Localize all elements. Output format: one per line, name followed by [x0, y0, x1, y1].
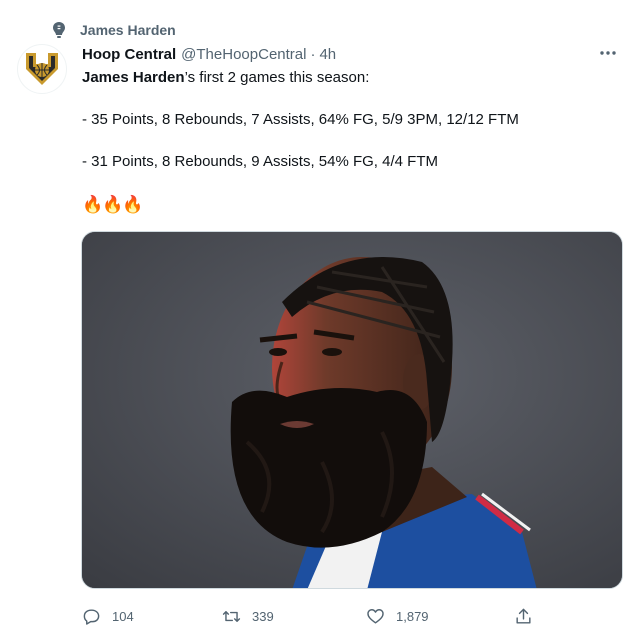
- tweet-header: Hoop Central @TheHoopCentral · 4h: [82, 44, 621, 64]
- tweet-line-2: - 35 Points, 8 Rebounds, 7 Assists, 64% …: [82, 111, 519, 128]
- topic-icon: [53, 22, 65, 38]
- tweet-actions: 104 339 1,879: [82, 603, 542, 629]
- like-button[interactable]: 1,879: [366, 603, 429, 629]
- topic-label: James Harden: [80, 22, 176, 38]
- fire-emojis: 🔥🔥🔥: [82, 195, 144, 214]
- avatar[interactable]: [17, 44, 67, 94]
- reply-count: 104: [112, 608, 134, 624]
- share-icon: [516, 608, 531, 624]
- topic-row[interactable]: James Harden: [52, 20, 176, 40]
- reply-button[interactable]: 104: [82, 603, 134, 629]
- tweet-line-3: - 31 Points, 8 Rebounds, 9 Assists, 54% …: [82, 153, 438, 170]
- share-button[interactable]: [514, 603, 533, 629]
- retweet-count: 339: [252, 608, 274, 624]
- reply-icon: [83, 608, 100, 625]
- mention-link[interactable]: James Harden: [82, 69, 185, 86]
- hoop-central-logo-icon: [26, 53, 58, 85]
- tweet-line-1: James Harden’s first 2 games this season…: [82, 68, 369, 88]
- more-icon: [600, 51, 616, 55]
- separator-dot: ·: [310, 45, 316, 63]
- author-name[interactable]: Hoop Central: [82, 46, 176, 63]
- more-options-button[interactable]: [597, 42, 619, 64]
- heart-icon: [367, 608, 384, 624]
- timestamp[interactable]: 4h: [319, 46, 336, 63]
- like-count: 1,879: [396, 608, 429, 624]
- player-portrait-image: [82, 232, 622, 588]
- retweet-icon: [222, 610, 241, 622]
- author-handle[interactable]: @TheHoopCentral: [181, 46, 306, 63]
- tweet-line-1-text: ’s first 2 games this season:: [184, 69, 370, 86]
- retweet-button[interactable]: 339: [222, 603, 274, 629]
- tweet-photo[interactable]: [81, 231, 623, 589]
